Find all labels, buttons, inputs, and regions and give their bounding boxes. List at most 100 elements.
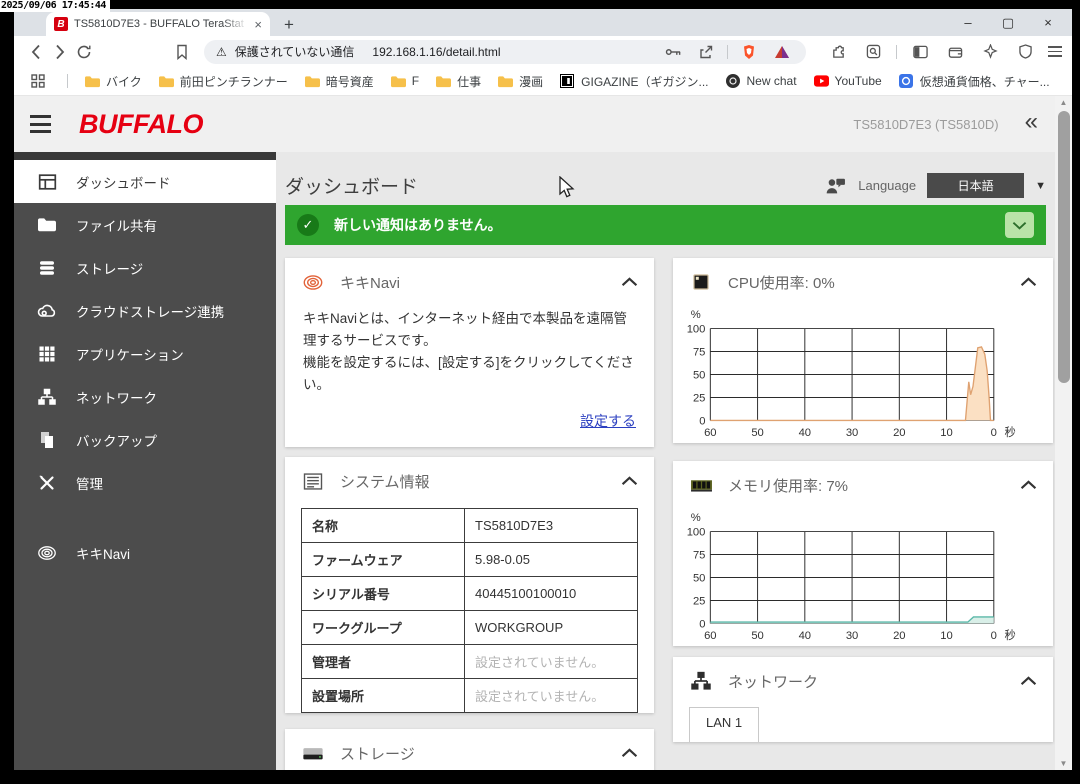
language-caret-icon[interactable]: ▼ — [1035, 180, 1046, 192]
collapse-card-icon[interactable] — [1020, 277, 1037, 287]
reload-icon[interactable] — [72, 41, 96, 63]
sidebar-item[interactable]: アプリケーション — [14, 332, 276, 375]
sidebar-item-label: ストレージ — [76, 258, 143, 278]
kikinavi-card: キキNavi キキNaviとは、インターネット経由で本製品を遠隔管理するサービス… — [285, 258, 654, 447]
search-page-icon[interactable] — [861, 41, 885, 63]
shield-icon[interactable] — [1013, 41, 1037, 63]
key-icon[interactable] — [661, 41, 685, 63]
bookmark-item[interactable]: YouTube — [814, 74, 882, 88]
collapse-card-icon[interactable] — [1020, 480, 1037, 490]
bookmark-item[interactable]: F — [391, 74, 419, 88]
storage-card-title: ストレージ — [340, 743, 415, 764]
language-person-icon — [823, 175, 847, 197]
security-warning-icon: ⚠ — [216, 45, 227, 59]
scroll-down-icon[interactable]: ▼ — [1055, 759, 1072, 768]
system-info-title: システム情報 — [340, 471, 430, 492]
browser-tab[interactable]: B TS5810D7E3 - BUFFALO TeraStat × — [46, 12, 270, 36]
storage-disks-icon — [36, 258, 58, 278]
scroll-up-icon[interactable]: ▲ — [1055, 98, 1072, 107]
bookmark-label: YouTube — [835, 74, 882, 88]
system-info-label: 名称 — [302, 509, 465, 543]
device-name: TS5810D7E3 (TS5810D) — [853, 117, 998, 132]
back-icon[interactable] — [24, 41, 48, 63]
browser-menu-icon[interactable] — [1048, 46, 1062, 57]
address-bar[interactable]: ⚠ 保護されていない通信 192.168.1.16/detail.html — [204, 40, 806, 64]
sidebar-item[interactable]: ネットワーク — [14, 375, 276, 418]
web-content: BUFFALO TS5810D7E3 (TS5810D) « ダッシュボード フ… — [14, 96, 1072, 770]
sidebar-item[interactable]: クラウドストレージ連携 — [14, 289, 276, 332]
sidebar-toggle-icon[interactable] — [908, 41, 932, 63]
tab-strip: B TS5810D7E3 - BUFFALO TeraStat × + – ▢ … — [14, 9, 1072, 36]
share-icon[interactable] — [694, 41, 718, 63]
page-title-row: ダッシュボード Language 日本語 ▼ — [281, 152, 1072, 205]
address-bar-actions — [661, 41, 794, 63]
svg-text:25: 25 — [693, 392, 706, 404]
page-scrollbar[interactable]: ▲ ▼ — [1055, 96, 1072, 770]
folder-icon — [85, 74, 100, 88]
bookmark-item[interactable]: GIGAZINE（ギガジン... — [560, 73, 708, 90]
language-label: Language — [858, 178, 916, 193]
extensions-icon[interactable] — [826, 41, 850, 63]
sidebar-item-label: バックアップ — [76, 430, 157, 450]
app-menu-icon[interactable] — [30, 115, 51, 133]
collapse-card-icon[interactable] — [1020, 676, 1037, 686]
star-icon[interactable] — [978, 41, 1002, 63]
bookmark-item[interactable]: 仮想通貨価格、チャー... — [899, 73, 1050, 90]
sidebar-item[interactable]: バックアップ — [14, 418, 276, 461]
svg-text:25: 25 — [693, 595, 706, 607]
backup-icon — [36, 430, 58, 450]
bookmark-item[interactable]: 暗号資産 — [305, 73, 374, 90]
brave-shield-icon[interactable] — [737, 41, 761, 63]
sidebar-item-label: キキNavi — [76, 543, 130, 563]
system-info-label: ファームウェア — [302, 543, 465, 577]
bookmarks-bar: バイク 前田ピンチランナー 暗号資産 F 仕事 漫画 — [14, 67, 1072, 96]
collapse-panel-icon[interactable]: « — [1025, 110, 1038, 134]
forward-icon[interactable] — [48, 41, 72, 63]
bookmark-item[interactable]: 漫画 — [498, 73, 543, 90]
wallet-icon[interactable] — [943, 41, 967, 63]
sidebar-item[interactable]: 管理 — [14, 461, 276, 504]
tab-lan1[interactable]: LAN 1 — [689, 707, 759, 742]
close-button[interactable]: × — [1028, 16, 1068, 29]
scrollbar-thumb[interactable] — [1058, 111, 1070, 383]
bookmark-apps-grid-icon[interactable] — [26, 70, 50, 92]
storage-card: ストレージ — [285, 729, 654, 770]
collapse-card-icon[interactable] — [621, 748, 638, 758]
brave-rewards-icon[interactable] — [770, 41, 794, 63]
system-info-label: 管理者 — [302, 645, 465, 679]
ram-icon — [689, 474, 713, 496]
bookmark-item[interactable]: 前田ピンチランナー — [159, 73, 288, 90]
svg-text:20: 20 — [893, 630, 906, 642]
maximize-button[interactable]: ▢ — [988, 16, 1028, 29]
sidebar-item-label: ダッシュボード — [76, 172, 171, 192]
svg-text:秒: 秒 — [1005, 425, 1016, 439]
setup-link[interactable]: 設定する — [580, 413, 636, 429]
language-value-button[interactable]: 日本語 — [927, 173, 1024, 198]
divider — [896, 45, 897, 59]
kikinavi-card-title: キキNavi — [340, 272, 400, 293]
memory-usage-title: メモリ使用率: 7% — [728, 475, 848, 496]
sidebar-item[interactable]: ダッシュボード — [14, 160, 276, 203]
language-selector: Language 日本語 ▼ — [823, 173, 1046, 198]
kikinavi-white-icon — [36, 543, 58, 563]
folder-icon — [436, 74, 451, 88]
sidebar-item[interactable]: キキNavi — [14, 531, 276, 574]
sidebar-item[interactable]: ファイル共有 — [14, 203, 276, 246]
svg-text:100: 100 — [687, 526, 706, 538]
collapse-card-icon[interactable] — [621, 277, 638, 287]
svg-text:%: % — [691, 512, 701, 524]
folder-icon — [391, 74, 406, 88]
bookmark-item[interactable]: New chat — [726, 74, 797, 88]
toolbar-right — [826, 41, 1062, 63]
sidebar-item[interactable]: ストレージ — [14, 246, 276, 289]
bookmark-label: 漫画 — [519, 73, 543, 90]
bookmark-item[interactable]: バイク — [85, 73, 142, 90]
minimize-button[interactable]: – — [948, 16, 988, 29]
bookmark-item[interactable]: 仕事 — [436, 73, 481, 90]
folder-icon — [159, 74, 174, 88]
collapse-card-icon[interactable] — [621, 476, 638, 486]
tab-close-icon[interactable]: × — [254, 18, 262, 31]
new-tab-button[interactable]: + — [284, 16, 294, 33]
notification-expand-button[interactable] — [1005, 212, 1034, 238]
bookmark-flag-icon[interactable] — [170, 41, 194, 63]
